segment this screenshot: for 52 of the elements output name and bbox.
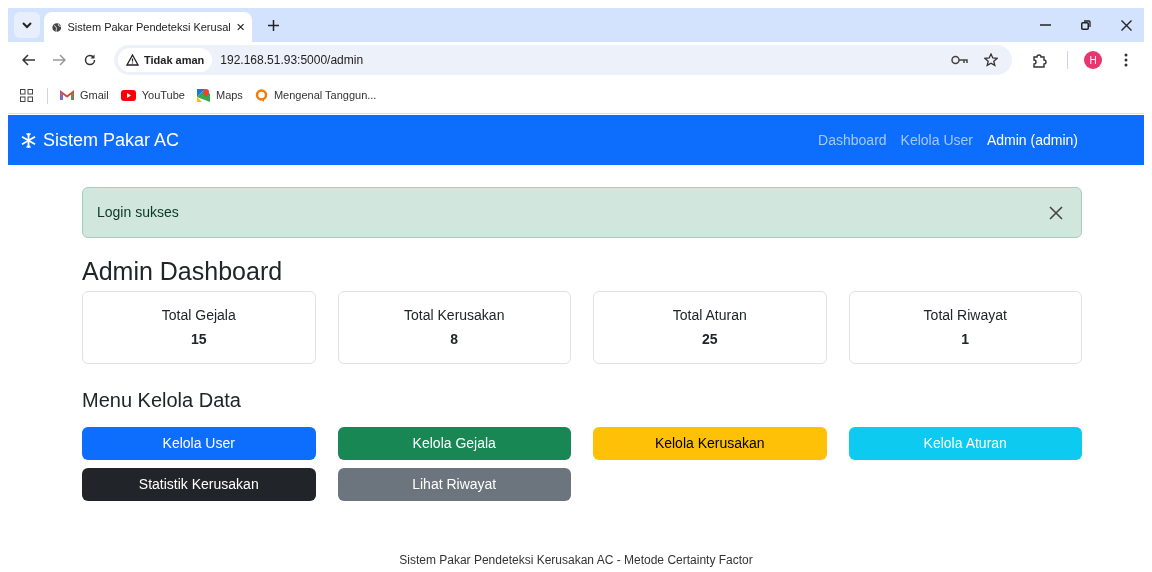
tab-search-button[interactable] bbox=[14, 12, 40, 38]
map-icon bbox=[196, 89, 210, 102]
menu-button[interactable]: Kelola Kerusakan bbox=[593, 427, 827, 460]
warning-icon bbox=[126, 54, 139, 66]
menu-button[interactable]: Kelola User bbox=[82, 427, 316, 460]
section-title: Menu Kelola Data bbox=[82, 388, 242, 412]
key-icon[interactable] bbox=[951, 55, 968, 65]
footer-text: Sistem Pakar Pendeteksi Kerusakan AC - Metode Certainty Factor bbox=[398, 552, 754, 569]
tab-title: Sistem Pakar Pendeteksi Kerusal bbox=[67, 19, 231, 35]
bookmark-link[interactable]: Gmail bbox=[60, 87, 109, 104]
stat-label: Total Kerusakan bbox=[404, 306, 505, 325]
stat-label: Total Riwayat bbox=[923, 306, 1007, 325]
puzzle-icon[interactable] bbox=[1032, 52, 1047, 68]
plus-icon[interactable] bbox=[268, 19, 279, 31]
play-icon bbox=[120, 90, 136, 101]
back-arrow-icon[interactable] bbox=[22, 54, 35, 66]
mail-icon bbox=[60, 90, 74, 101]
url-text: 192.168.51.93:5000/admin bbox=[220, 52, 365, 69]
reload-icon[interactable] bbox=[84, 54, 96, 66]
profile-avatar[interactable]: H bbox=[1084, 51, 1102, 69]
browser-tab[interactable]: Sistem Pakar Pendeteksi Kerusal bbox=[44, 12, 252, 42]
close-icon[interactable] bbox=[1121, 19, 1132, 31]
user-label: Admin (admin) bbox=[986, 130, 1078, 150]
stat-label: Total Aturan bbox=[672, 306, 747, 325]
apps-grid-icon[interactable] bbox=[20, 89, 33, 102]
menu-button[interactable]: Kelola Gejala bbox=[337, 427, 571, 460]
speech-bubble-icon bbox=[254, 89, 268, 102]
bookmark-link[interactable]: Mengenal Tanggun... bbox=[254, 87, 377, 104]
forward-arrow-icon[interactable] bbox=[53, 54, 66, 66]
close-icon[interactable] bbox=[1049, 205, 1063, 220]
stat-label: Total Gejala bbox=[161, 306, 236, 325]
star-icon[interactable] bbox=[984, 53, 998, 67]
globe-icon bbox=[52, 20, 62, 34]
brand-link[interactable]: Sistem Pakar AC bbox=[43, 126, 180, 154]
bookmark-link[interactable]: YouTube bbox=[120, 87, 185, 104]
security-chip[interactable]: Tidak aman bbox=[118, 48, 213, 72]
address-bar[interactable]: Tidak aman 192.168.51.93:5000/admin bbox=[114, 45, 1012, 75]
stat-value: 8 bbox=[450, 330, 459, 349]
security-label: Tidak aman bbox=[144, 52, 205, 68]
more-menu-icon[interactable] bbox=[1124, 53, 1128, 67]
menu-button[interactable]: Lihat Riwayat bbox=[337, 468, 571, 501]
alert-message: Login sukses bbox=[97, 203, 180, 222]
stat-value: 1 bbox=[961, 330, 970, 349]
close-icon[interactable] bbox=[236, 22, 244, 32]
page-title: Admin Dashboard bbox=[82, 256, 284, 286]
stat-value: 25 bbox=[701, 330, 718, 349]
chevron-down-icon bbox=[22, 21, 32, 29]
restore-icon[interactable] bbox=[1081, 20, 1091, 30]
snowflake-icon bbox=[20, 131, 37, 149]
bookmark-link[interactable]: Maps bbox=[196, 87, 243, 104]
menu-button[interactable]: Statistik Kerusakan bbox=[82, 468, 316, 501]
stat-value: 15 bbox=[190, 330, 207, 349]
